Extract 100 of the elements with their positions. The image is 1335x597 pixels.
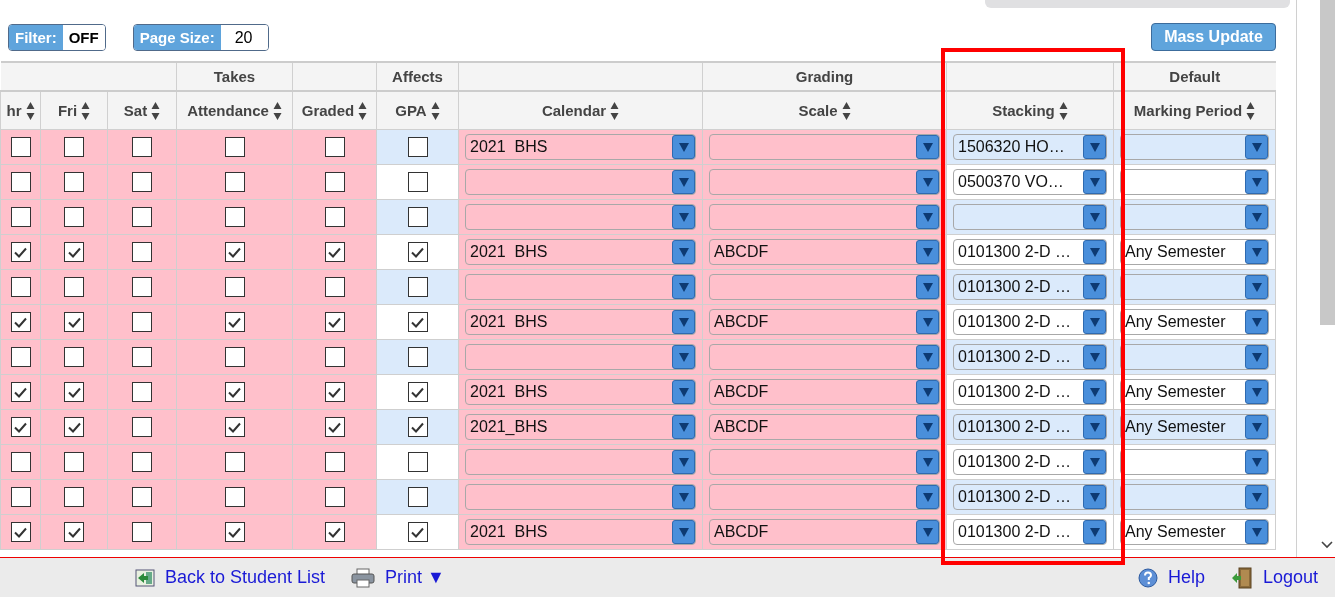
checkbox[interactable]	[324, 312, 345, 332]
checkbox[interactable]	[10, 347, 31, 367]
checkbox[interactable]	[132, 382, 152, 402]
checkbox[interactable]	[224, 207, 245, 227]
sort-icon[interactable]	[610, 100, 620, 121]
checkbox[interactable]	[64, 487, 84, 507]
dropdown[interactable]	[465, 169, 696, 195]
checkbox[interactable]	[132, 487, 152, 507]
dropdown[interactable]: 2021 BHS	[465, 309, 696, 335]
dropdown[interactable]: 0101300 2-D …	[953, 379, 1107, 405]
dropdown[interactable]	[1120, 344, 1269, 370]
dropdown[interactable]: Any Semester	[1120, 414, 1269, 440]
checkbox[interactable]	[324, 487, 345, 507]
checkbox[interactable]	[132, 207, 152, 227]
dropdown[interactable]: 2021 BHS	[465, 519, 696, 545]
dropdown[interactable]: ABCDF	[709, 239, 940, 265]
checkbox[interactable]	[324, 277, 345, 297]
dropdown[interactable]: 0101300 2-D …	[953, 484, 1107, 510]
column-header[interactable]: Sat	[123, 102, 148, 119]
dropdown[interactable]: 0101300 2-D …	[953, 239, 1107, 265]
checkbox[interactable]	[224, 487, 245, 507]
help-icon[interactable]	[1137, 567, 1158, 588]
dropdown[interactable]	[709, 204, 940, 230]
page-size-field[interactable]: Page Size: 20	[132, 24, 269, 51]
checkbox[interactable]	[10, 277, 31, 297]
checkbox[interactable]	[224, 277, 245, 297]
dropdown[interactable]: Any Semester	[1120, 379, 1269, 405]
checkbox[interactable]	[407, 522, 428, 542]
dropdown[interactable]: Any Semester	[1120, 519, 1269, 545]
checkbox[interactable]	[407, 417, 428, 437]
footer-link[interactable]: Print ▼	[385, 567, 445, 588]
checkbox[interactable]	[224, 312, 245, 332]
sort-icon[interactable]	[430, 100, 440, 121]
footer-link[interactable]: Logout	[1262, 567, 1318, 588]
checkbox[interactable]	[10, 137, 31, 157]
dropdown[interactable]: ABCDF	[709, 309, 940, 335]
dropdown[interactable]	[465, 274, 696, 300]
dropdown[interactable]	[1120, 484, 1269, 510]
checkbox[interactable]	[10, 207, 31, 227]
logout-icon[interactable]	[1230, 566, 1253, 589]
back-icon[interactable]	[135, 568, 155, 587]
checkbox[interactable]	[224, 242, 245, 262]
column-header[interactable]: Calendar	[541, 102, 607, 119]
checkbox[interactable]	[324, 382, 345, 402]
sort-icon[interactable]	[1246, 100, 1256, 121]
dropdown[interactable]	[1120, 449, 1269, 475]
checkbox[interactable]	[64, 312, 84, 332]
checkbox[interactable]	[407, 382, 428, 402]
checkbox[interactable]	[132, 522, 152, 542]
dropdown[interactable]: 0101300 2-D …	[953, 274, 1107, 300]
dropdown[interactable]	[1120, 274, 1269, 300]
checkbox[interactable]	[324, 207, 345, 227]
checkbox[interactable]	[407, 137, 428, 157]
checkbox[interactable]	[224, 522, 245, 542]
dropdown[interactable]: 0500370 VO…	[953, 169, 1107, 195]
checkbox[interactable]	[64, 417, 84, 437]
checkbox[interactable]	[64, 522, 84, 542]
checkbox[interactable]	[10, 382, 31, 402]
checkbox[interactable]	[224, 452, 245, 472]
dropdown[interactable]: 2021 BHS	[465, 239, 696, 265]
dropdown[interactable]: 0101300 2-D …	[953, 344, 1107, 370]
dropdown[interactable]	[465, 484, 696, 510]
dropdown[interactable]	[465, 204, 696, 230]
dropdown[interactable]: 1506320 HO…	[953, 134, 1107, 160]
checkbox[interactable]	[10, 417, 31, 437]
column-header[interactable]: GPA	[395, 102, 427, 119]
sort-icon[interactable]	[272, 100, 282, 121]
column-header[interactable]: Fri	[57, 102, 78, 119]
dropdown[interactable]: 2021 BHS	[465, 134, 696, 160]
column-header[interactable]: Stacking	[992, 102, 1055, 119]
checkbox[interactable]	[10, 522, 31, 542]
dropdown[interactable]	[1120, 204, 1269, 230]
checkbox[interactable]	[224, 347, 245, 367]
printer-icon[interactable]	[351, 567, 376, 588]
dropdown[interactable]: ABCDF	[709, 519, 940, 545]
checkbox[interactable]	[10, 452, 31, 472]
checkbox[interactable]	[132, 312, 152, 332]
checkbox[interactable]	[407, 487, 428, 507]
checkbox[interactable]	[407, 452, 428, 472]
footer-link[interactable]: Help	[1167, 567, 1205, 588]
checkbox[interactable]	[64, 207, 84, 227]
dropdown[interactable]	[709, 344, 940, 370]
dropdown[interactable]	[1120, 169, 1269, 195]
dropdown[interactable]	[709, 484, 940, 510]
checkbox[interactable]	[324, 172, 345, 192]
checkbox[interactable]	[224, 172, 245, 192]
checkbox[interactable]	[324, 347, 345, 367]
checkbox[interactable]	[224, 137, 245, 157]
scroll-down-icon[interactable]	[1321, 541, 1333, 549]
dropdown[interactable]: ABCDF	[709, 379, 940, 405]
dropdown[interactable]	[1120, 134, 1269, 160]
filter-toggle[interactable]: Filter: OFF	[8, 24, 106, 51]
checkbox[interactable]	[407, 347, 428, 367]
column-header[interactable]: hr	[6, 102, 22, 119]
dropdown[interactable]: 2021 BHS	[465, 379, 696, 405]
scrollbar-thumb[interactable]	[1320, 0, 1335, 325]
checkbox[interactable]	[64, 137, 84, 157]
checkbox[interactable]	[64, 382, 84, 402]
dropdown[interactable]	[709, 169, 940, 195]
dropdown[interactable]: 0101300 2-D …	[953, 519, 1107, 545]
